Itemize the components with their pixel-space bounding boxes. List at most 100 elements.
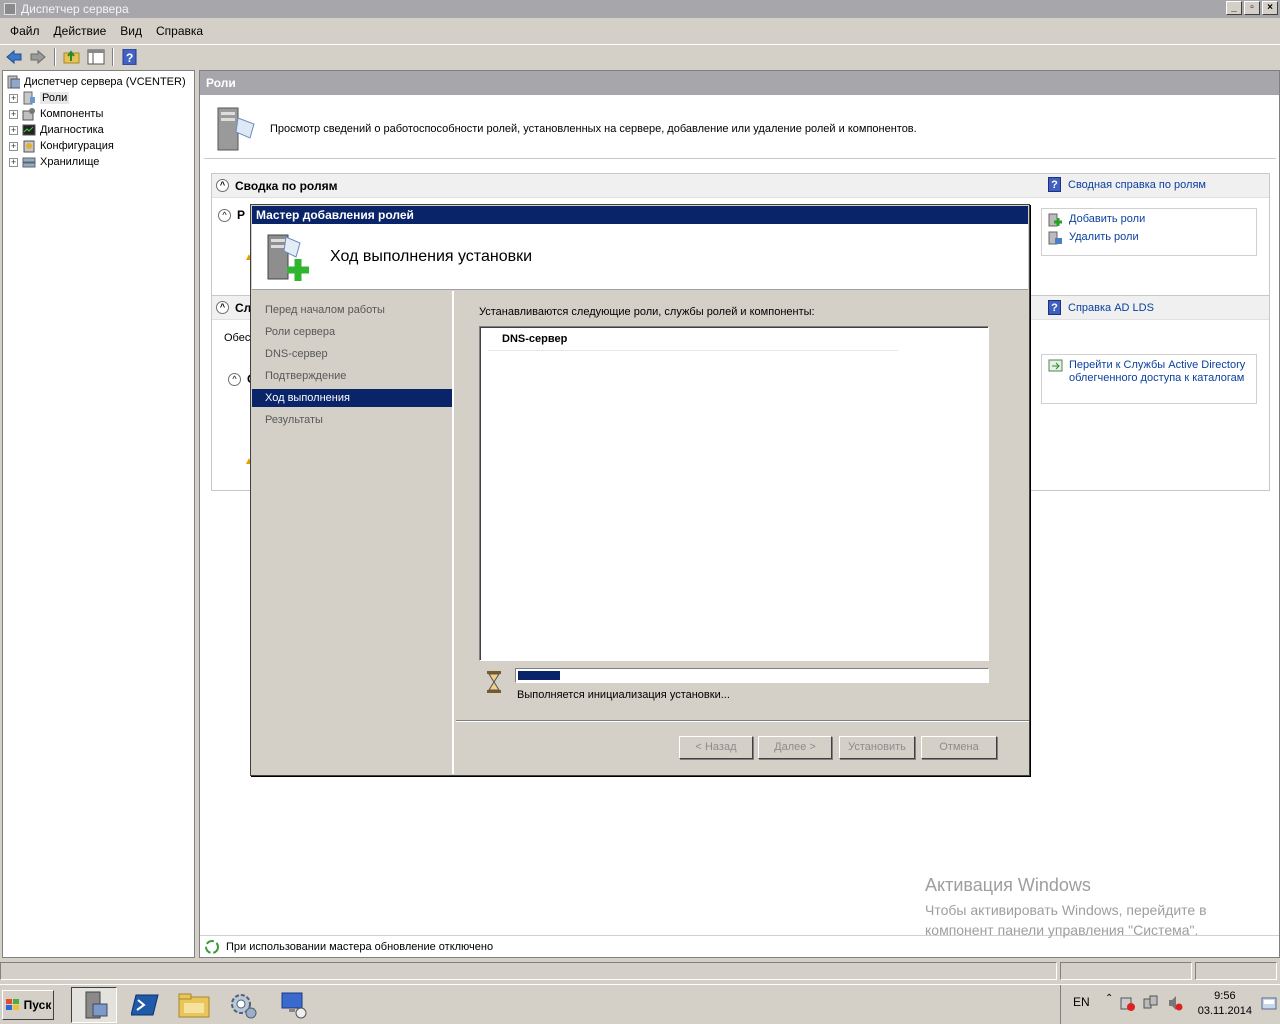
forward-button[interactable] <box>27 46 49 68</box>
status-panel <box>1060 962 1192 980</box>
storage-icon <box>22 157 36 168</box>
menu-bar: Файл Действие Вид Справка <box>0 21 1280 41</box>
menu-action[interactable]: Действие <box>47 24 114 38</box>
network-tray-icon[interactable] <box>1143 995 1159 1011</box>
taskbar-settings[interactable] <box>220 987 266 1023</box>
step-before-begin[interactable]: Перед началом работы <box>252 301 452 319</box>
show-hide-tree-button[interactable] <box>85 46 107 68</box>
remove-roles-link[interactable]: Удалить роли <box>1048 231 1250 245</box>
tray-clock[interactable]: 9:56 03.11.2014 <box>1198 989 1252 1019</box>
help-icon: ? <box>1048 177 1061 192</box>
inner-group-1-title: Р <box>237 208 246 222</box>
step-confirmation[interactable]: Подтверждение <box>252 367 452 385</box>
collapse-icon[interactable]: ^ <box>218 208 231 222</box>
show-desktop-icon[interactable] <box>1261 997 1277 1011</box>
ad-lds-help-link[interactable]: ? Справка AD LDS <box>1048 300 1154 315</box>
clock-time: 9:56 <box>1214 990 1236 1002</box>
add-roles-link[interactable]: Добавить роли <box>1048 213 1250 227</box>
wizard-body: Устанавливаются следующие роли, службы р… <box>456 291 1029 721</box>
wizard-titlebar: Мастер добавления ролей <box>252 206 1028 224</box>
ad-lds-help-label: Справка AD LDS <box>1068 301 1154 314</box>
window-title: Диспетчер сервера <box>21 2 129 16</box>
ad-lds-box: Перейти к Службы Active Directory облегч… <box>1041 354 1257 404</box>
role-actions-box: Добавить роли Удалить роли <box>1041 208 1257 256</box>
add-roles-wizard: Мастер добавления ролей Ход выполнения у… <box>250 204 1030 776</box>
step-dns-server[interactable]: DNS-сервер <box>252 345 452 363</box>
progress-status-text: Выполняется инициализация установки... <box>517 689 730 701</box>
start-button[interactable]: Пуск <box>2 990 54 1020</box>
install-list[interactable]: DNS-сервер <box>479 326 989 661</box>
taskbar-server-manager[interactable] <box>71 987 117 1023</box>
cancel-button[interactable]: Отмена <box>921 736 997 759</box>
install-button[interactable]: Установить <box>839 736 915 759</box>
step-results[interactable]: Результаты <box>252 411 452 429</box>
progress-fill <box>518 671 561 680</box>
system-tray: EN ⌃ 9:56 03.11.2014 <box>1060 985 1280 1024</box>
install-caption: Устанавливаются следующие роли, службы р… <box>479 306 815 318</box>
role-detail-title: Сл <box>235 300 252 315</box>
svg-text:?: ? <box>126 51 133 65</box>
menu-file[interactable]: Файл <box>3 24 47 38</box>
tray-expand-icon[interactable]: ⌃ <box>1105 993 1113 1004</box>
mmc-status-bar <box>0 962 1280 982</box>
server-manager-icon <box>85 991 108 1019</box>
up-level-button[interactable] <box>61 46 83 68</box>
tree-item-diagnostics[interactable]: + Диагностика <box>9 122 104 138</box>
server-manager-icon <box>7 75 20 89</box>
minimize-button[interactable]: _ <box>1226 1 1242 15</box>
step-progress[interactable]: Ход выполнения <box>252 389 452 407</box>
network-computer-icon <box>281 992 307 1019</box>
language-indicator[interactable]: EN <box>1073 995 1090 1009</box>
tree-item-configuration[interactable]: + Конфигурация <box>9 138 114 154</box>
expand-icon[interactable]: + <box>9 141 18 151</box>
activation-title: Активация Windows <box>925 875 1091 895</box>
expand-icon[interactable]: + <box>9 93 18 103</box>
tree-item-configuration-label: Конфигурация <box>40 140 114 152</box>
role-detail-text: Обес <box>224 332 251 344</box>
tree-item-storage[interactable]: + Хранилище <box>9 154 99 170</box>
intro-text: Просмотр сведений о работоспособности ро… <box>270 122 917 135</box>
help-button[interactable]: ? <box>119 46 141 68</box>
menu-help[interactable]: Справка <box>149 24 210 38</box>
wizard-separator <box>456 720 1029 722</box>
windows-logo-icon <box>5 999 19 1010</box>
volume-icon[interactable] <box>1167 995 1183 1011</box>
add-server-role-icon <box>267 234 309 281</box>
refresh-icon <box>205 939 219 954</box>
back-button[interactable]: < Назад <box>679 736 753 759</box>
step-server-roles[interactable]: Роли сервера <box>252 323 452 341</box>
collapse-icon[interactable]: ^ <box>228 372 241 386</box>
maximize-button[interactable]: ▫ <box>1244 1 1260 15</box>
activation-text: Чтобы активировать Windows, перейдите в … <box>925 902 1207 938</box>
menu-view[interactable]: Вид <box>113 24 149 38</box>
wizard-title: Мастер добавления ролей <box>256 208 414 222</box>
collapse-icon[interactable]: ^ <box>216 179 229 192</box>
remove-roles-label: Удалить роли <box>1069 231 1139 243</box>
add-roles-icon <box>1048 213 1062 227</box>
start-label: Пуск <box>23 998 52 1012</box>
roles-server-icon <box>217 107 255 150</box>
collapse-icon[interactable]: ^ <box>216 301 229 314</box>
expand-icon[interactable]: + <box>9 125 18 135</box>
back-button[interactable] <box>3 46 25 68</box>
expand-icon[interactable]: + <box>9 157 18 167</box>
tree-item-roles[interactable]: + Роли <box>9 90 70 106</box>
tree-root-label: Диспетчер сервера (VCENTER) <box>24 76 186 88</box>
taskbar-network[interactable] <box>271 987 317 1023</box>
close-button[interactable]: × <box>1262 1 1278 15</box>
summary-help-link[interactable]: ? Сводная справка по ролям <box>1048 177 1206 192</box>
action-center-icon[interactable] <box>1119 995 1135 1011</box>
ad-lds-link[interactable]: Перейти к Службы Active Directory облегч… <box>1048 359 1250 385</box>
forward-arrow-icon <box>30 49 46 64</box>
folder-icon <box>178 993 210 1018</box>
taskbar-powershell[interactable] <box>122 987 168 1023</box>
tree-item-features[interactable]: + Компоненты <box>9 106 103 122</box>
taskbar-explorer[interactable] <box>171 987 217 1023</box>
status-panel <box>1195 962 1277 980</box>
status-panel <box>0 962 1057 980</box>
next-button[interactable]: Далее > <box>758 736 832 759</box>
status-text: При использовании мастера обновление отк… <box>226 940 494 953</box>
expand-icon[interactable]: + <box>9 109 18 119</box>
tree-root[interactable]: Диспетчер сервера (VCENTER) <box>6 74 186 90</box>
back-arrow-icon <box>6 49 22 64</box>
